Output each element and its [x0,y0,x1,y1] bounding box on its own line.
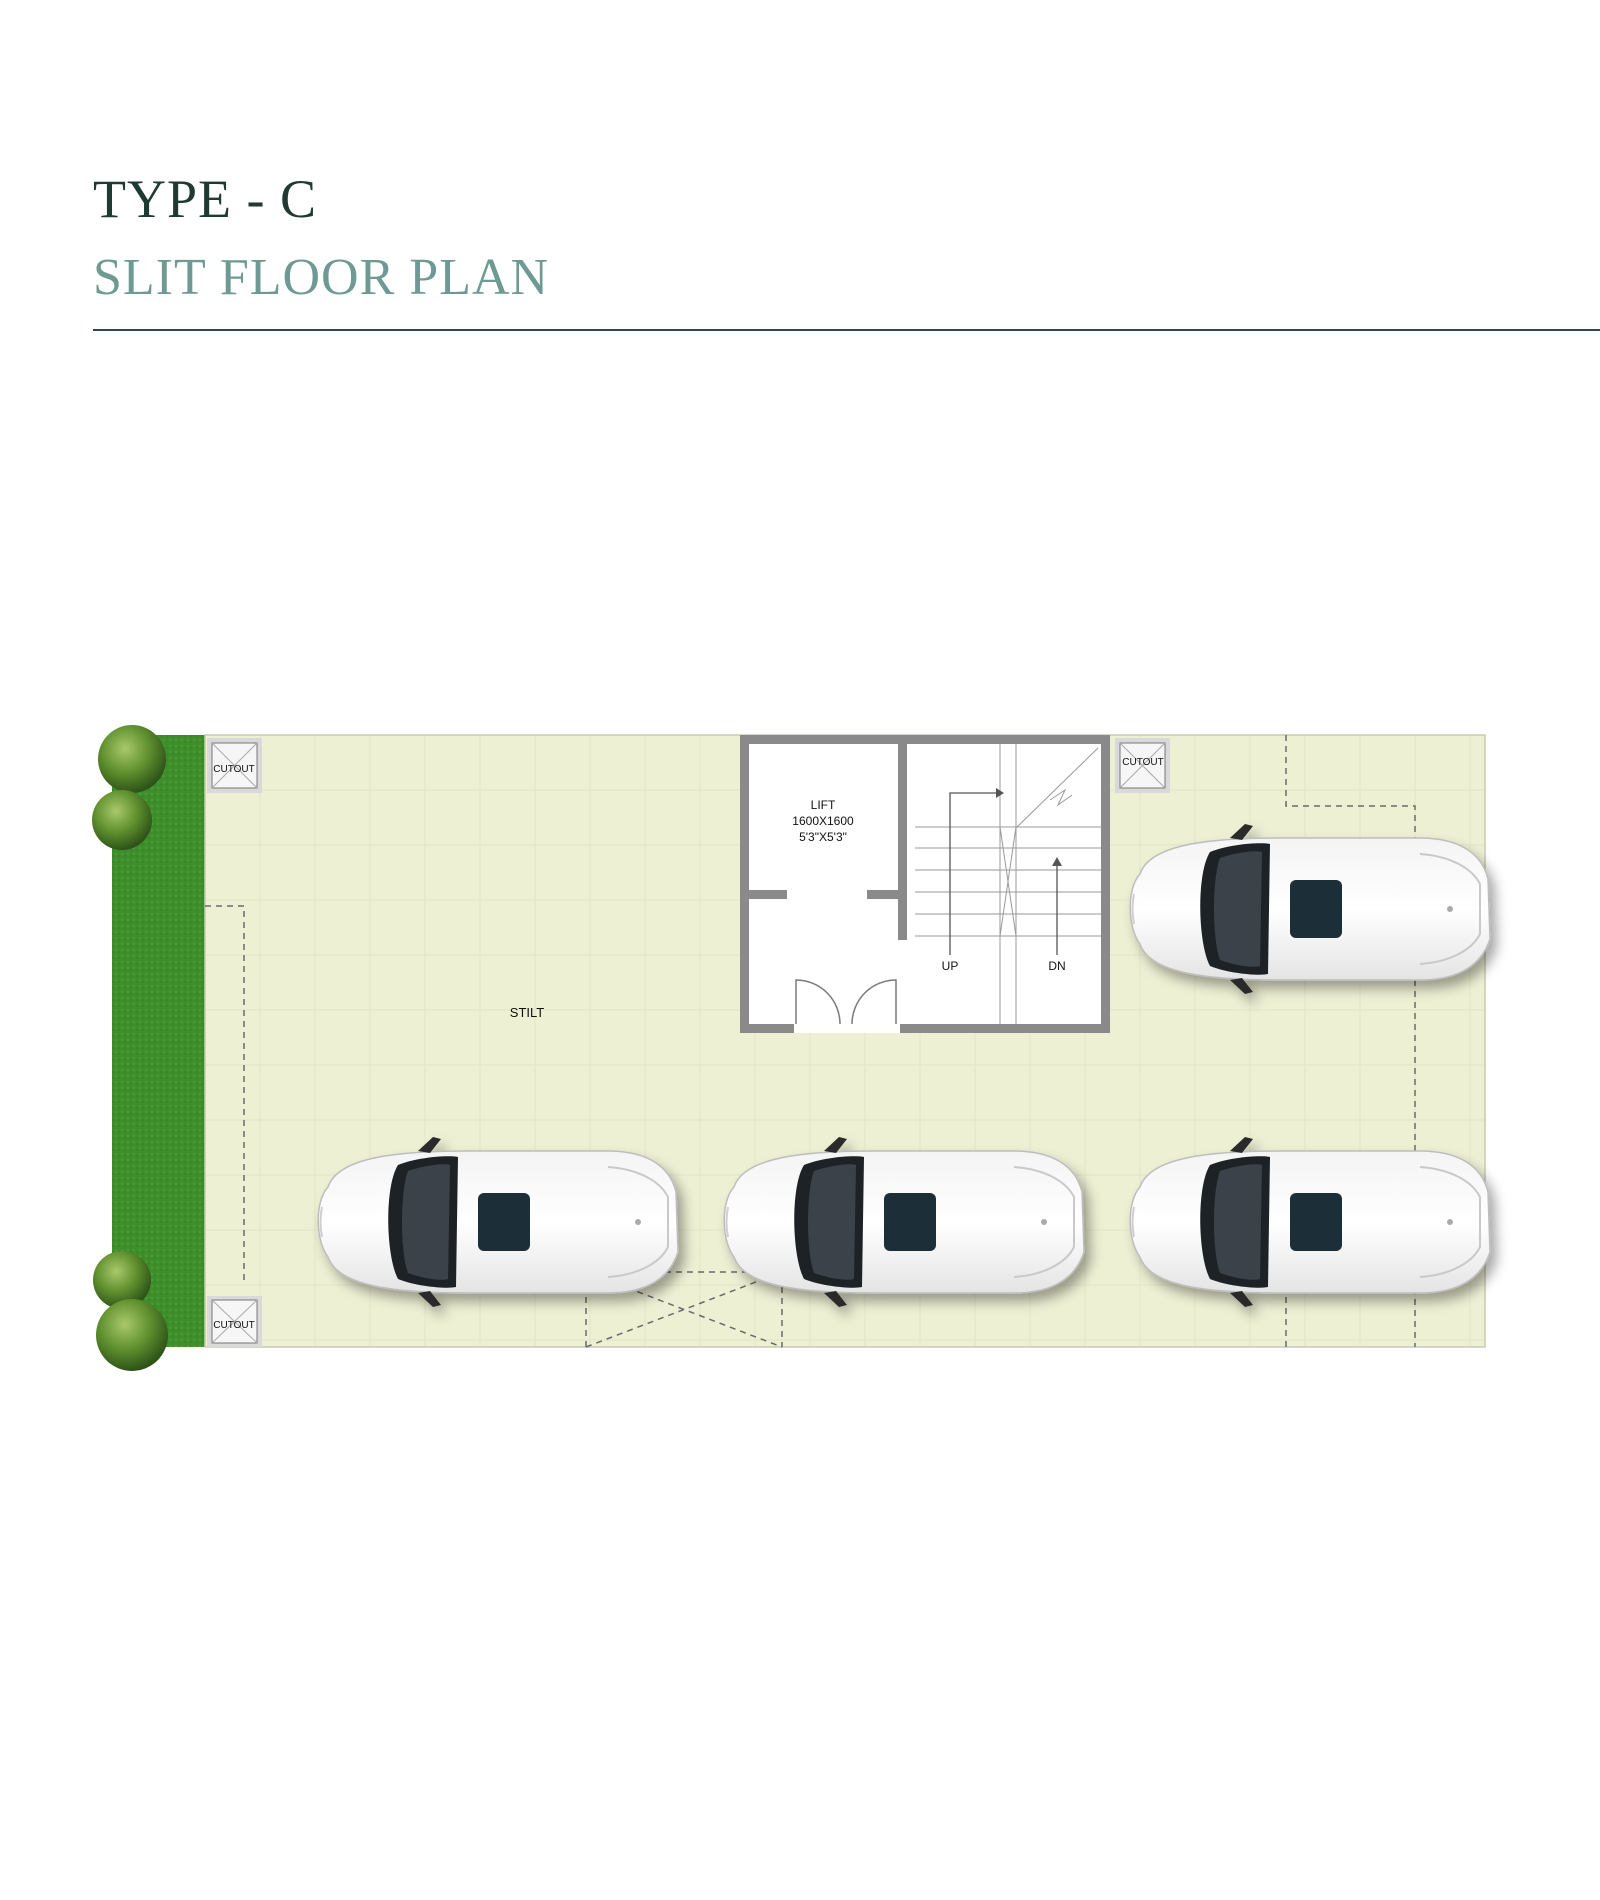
lift-size-ft: 5'3"X5'3" [799,830,847,844]
parked-car [1129,1136,1491,1308]
cutout-label: CUTOUT [213,764,254,775]
parked-car [1129,823,1491,995]
core-block: LIFT 1600X1600 5'3"X5'3" UP DN [740,735,1110,1033]
cutout-top-left: CUTOUT [207,738,262,793]
stair-up-label: UP [942,959,959,973]
cutout-top-right: CUTOUT [1115,738,1170,793]
parked-car [317,1136,679,1308]
cutout-label: CUTOUT [1122,757,1163,768]
stair-down-label: DN [1048,959,1065,973]
lift-label: LIFT [811,798,836,812]
cutout-bottom-left: CUTOUT [207,1296,262,1347]
lift-size-mm: 1600X1600 [792,814,854,828]
stilt-label: STILT [510,1005,544,1020]
cutout-label: CUTOUT [213,1320,254,1331]
floor-plan: STILT LIFT 1600X1600 5'3"X5'3" UP DN CUT… [92,725,1491,1371]
parked-car [723,1136,1085,1308]
